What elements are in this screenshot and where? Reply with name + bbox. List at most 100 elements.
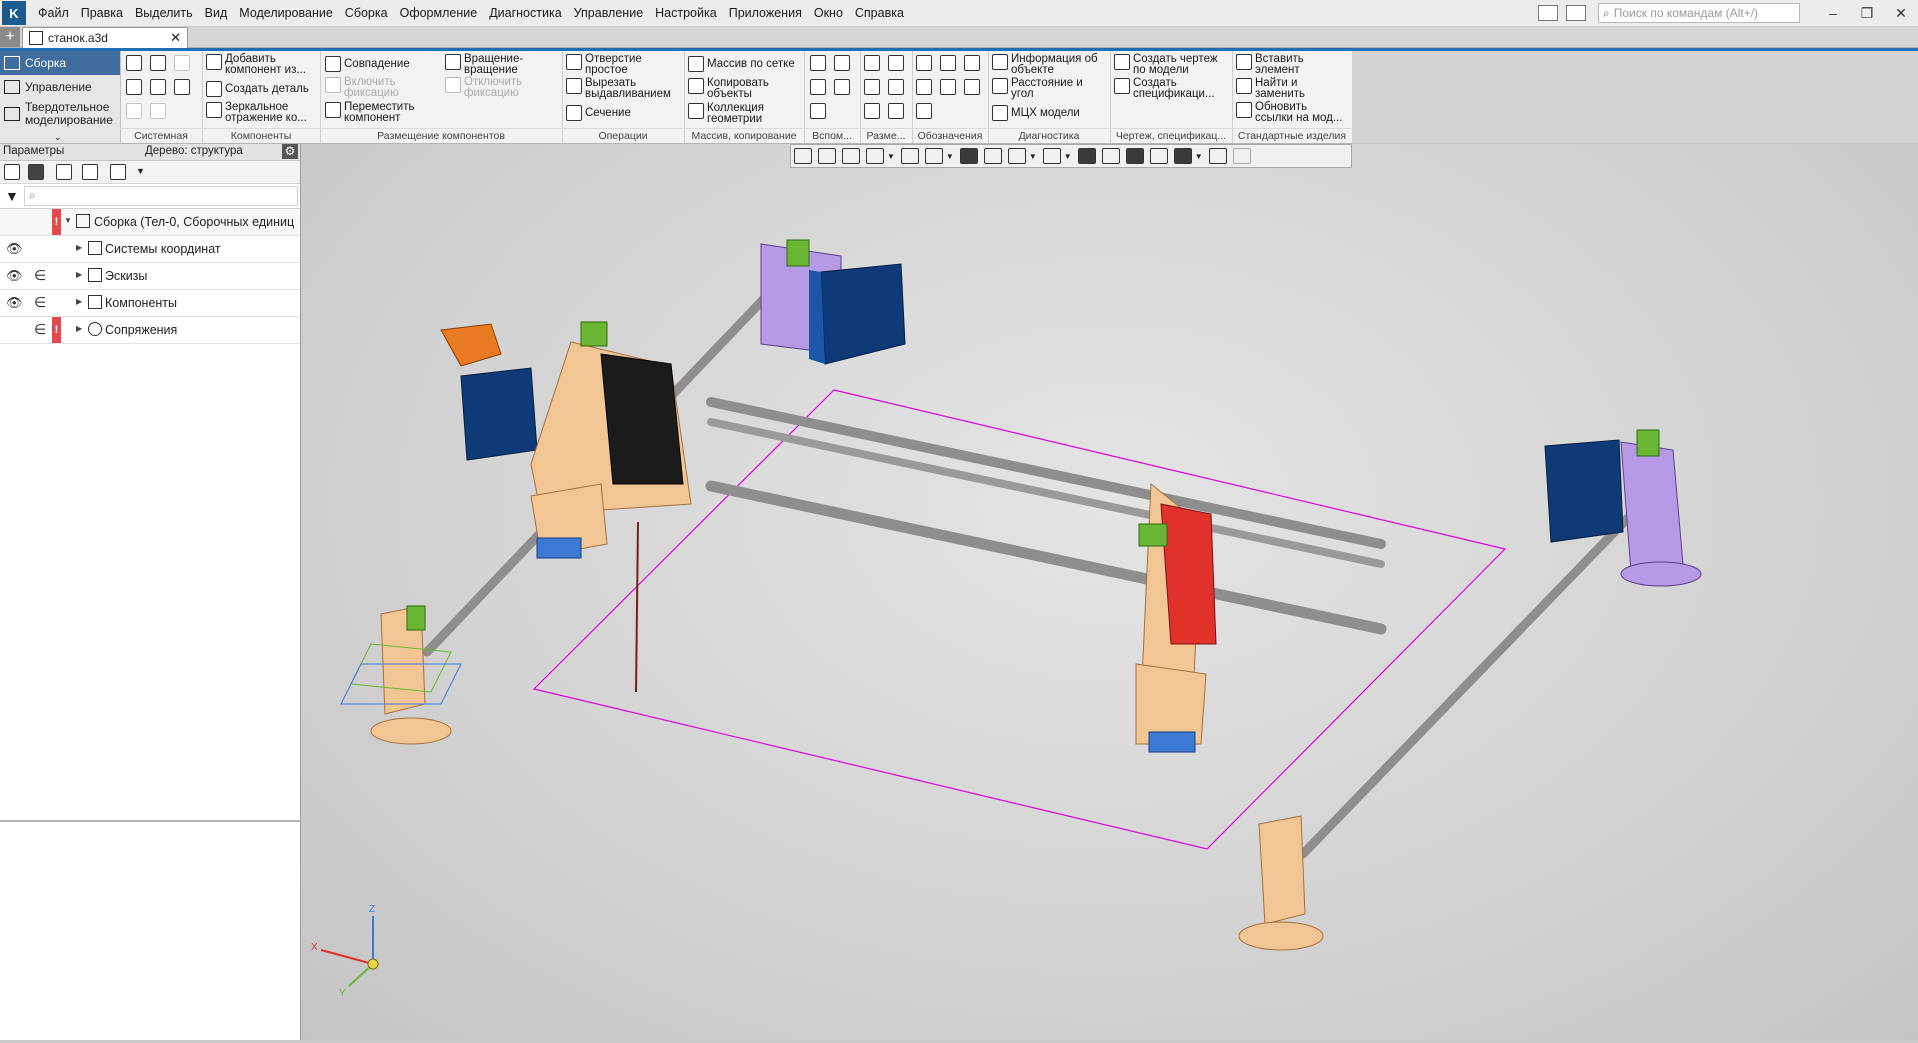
3d-viewport[interactable]: Z X Y: [301, 144, 1918, 1040]
mark-icon[interactable]: [940, 79, 956, 95]
minimize-button[interactable]: –: [1816, 5, 1850, 21]
expand-arrow-icon[interactable]: ▶: [76, 297, 82, 306]
menu-window[interactable]: Окно: [808, 6, 849, 20]
tree-node-assembly[interactable]: ! ▼ Сборка (Тел-0, Сборочных единиц: [0, 209, 300, 236]
tree-options-icon[interactable]: [110, 164, 126, 180]
menu-select[interactable]: Выделить: [129, 6, 199, 20]
zoom-window-icon[interactable]: [818, 148, 836, 164]
new-file-icon[interactable]: [126, 55, 142, 71]
tree-tab[interactable]: Дерево: структура: [145, 145, 243, 157]
menu-management[interactable]: Управление: [568, 6, 650, 20]
new-document-button[interactable]: +: [0, 27, 20, 47]
pan-icon[interactable]: [900, 148, 919, 164]
rotation-button[interactable]: Вращение-вращение: [445, 53, 523, 76]
aux-point-icon[interactable]: [810, 79, 826, 95]
disable-fix-button[interactable]: Отключить фиксацию: [445, 76, 522, 99]
pencil-icon[interactable]: [1232, 148, 1251, 164]
select-all-icon[interactable]: [82, 164, 98, 180]
print-icon[interactable]: [126, 79, 142, 95]
expand-arrow-icon[interactable]: ▶: [76, 270, 82, 279]
enable-fix-button[interactable]: Включить фиксацию: [325, 76, 399, 99]
object-info-button[interactable]: Информация об объекте: [992, 53, 1098, 76]
insert-element-button[interactable]: Вставить элемент: [1236, 53, 1304, 76]
mode-solid-modeling[interactable]: Твердотельное моделирование: [0, 99, 120, 129]
collapse-chevron-icon[interactable]: ⌄: [54, 132, 62, 143]
leader-icon[interactable]: [916, 55, 932, 71]
include-icon[interactable]: ∈: [34, 321, 46, 338]
menu-assembly[interactable]: Сборка: [339, 6, 394, 20]
zoom-all-icon[interactable]: [842, 148, 860, 164]
zoom-icon[interactable]: [866, 148, 884, 164]
restore-button[interactable]: ❐: [1850, 5, 1884, 22]
aux-plane-icon[interactable]: [810, 55, 826, 71]
display-icon[interactable]: [1042, 148, 1061, 164]
mirror-component-button[interactable]: Зеркальное отражение ко...: [206, 101, 307, 124]
orient-icon[interactable]: [924, 148, 943, 164]
menu-file[interactable]: Файл: [32, 6, 75, 20]
visibility-eye-icon[interactable]: 👁: [6, 295, 23, 311]
preview-icon[interactable]: [150, 79, 166, 95]
app-logo-icon[interactable]: K: [2, 1, 26, 25]
structure-view-icon[interactable]: [28, 164, 44, 180]
open-folder-icon[interactable]: [150, 55, 166, 71]
aux-line-icon[interactable]: [810, 103, 826, 119]
menu-view[interactable]: Вид: [199, 6, 234, 20]
geometry-collection-button[interactable]: Коллекция геометрии: [688, 102, 764, 125]
menu-apps[interactable]: Приложения: [723, 6, 808, 20]
tree-search-input[interactable]: ⌕: [24, 186, 298, 206]
command-search-input[interactable]: ⌕ Поиск по командам (Alt+/): [1598, 3, 1800, 23]
angular-dim-icon[interactable]: [888, 55, 904, 71]
menu-settings[interactable]: Настройка: [649, 6, 723, 20]
create-drawing-button[interactable]: Создать чертеж по модели: [1114, 53, 1218, 76]
panel-splitter[interactable]: [0, 820, 300, 822]
extrude-cut-button[interactable]: Вырезать выдавливанием: [566, 77, 671, 100]
table-icon[interactable]: [1208, 148, 1227, 164]
hide-dropdown-icon[interactable]: ▼: [1029, 152, 1037, 161]
update-links-button[interactable]: Обновить ссылки на мод...: [1236, 101, 1342, 124]
section-button[interactable]: Сечение: [566, 105, 631, 121]
base-icon[interactable]: [964, 55, 980, 71]
coincidence-button[interactable]: Совпадение: [325, 56, 410, 72]
menu-edit[interactable]: Правка: [75, 6, 129, 20]
build-order-icon[interactable]: [56, 164, 72, 180]
filter-icon[interactable]: [1173, 148, 1192, 164]
shaded-view-icon[interactable]: [959, 148, 978, 164]
dropdown-arrow-icon[interactable]: ▼: [136, 166, 145, 176]
orient-dropdown-icon[interactable]: ▼: [946, 152, 954, 161]
copy-objects-button[interactable]: Копировать объекты: [688, 77, 769, 100]
redo-icon[interactable]: [150, 103, 166, 119]
move-component-button[interactable]: Переместить компонент: [325, 101, 414, 124]
wireframe-icon[interactable]: [983, 148, 1002, 164]
tree-node-coord-systems[interactable]: 👁 ▶ Системы координат: [0, 236, 300, 263]
perspective-icon[interactable]: [1077, 148, 1096, 164]
display-dropdown-icon[interactable]: ▼: [1064, 152, 1072, 161]
menu-design[interactable]: Оформление: [394, 6, 484, 20]
close-tab-icon[interactable]: ✕: [170, 30, 181, 46]
menu-diagnostics[interactable]: Диагностика: [483, 6, 567, 20]
diameter-dim-icon[interactable]: [888, 79, 904, 95]
distance-angle-button[interactable]: Расстояние и угол: [992, 77, 1083, 100]
linear-dim-icon[interactable]: [864, 55, 880, 71]
zoom-dropdown-icon[interactable]: ▼: [887, 152, 895, 161]
expand-arrow-icon[interactable]: ▶: [76, 243, 82, 252]
mode-management[interactable]: Управление: [0, 75, 120, 99]
auto-dim-icon[interactable]: [864, 103, 880, 119]
select-filter-icon[interactable]: [794, 148, 812, 164]
hide-icon[interactable]: [1007, 148, 1026, 164]
find-replace-button[interactable]: Найти и заменить: [1236, 77, 1305, 100]
document-tab[interactable]: станок.a3d ✕: [22, 27, 188, 48]
hole-button[interactable]: Отверстие простое: [566, 53, 642, 76]
expand-arrow-icon[interactable]: ▶: [76, 324, 82, 333]
mass-properties-button[interactable]: МЦХ модели: [992, 105, 1080, 121]
visibility-eye-icon[interactable]: 👁: [6, 268, 23, 284]
visibility-eye-icon[interactable]: 👁: [6, 241, 23, 257]
undo-icon[interactable]: [126, 103, 142, 119]
gear-icon[interactable]: ⚙: [282, 144, 298, 159]
menu-modeling[interactable]: Моделирование: [233, 6, 339, 20]
constraints-icon[interactable]: [1125, 148, 1144, 164]
measure-icon[interactable]: [1149, 148, 1168, 164]
create-spec-button[interactable]: Создать спецификаци...: [1114, 77, 1215, 100]
position-icon[interactable]: [916, 103, 932, 119]
mode-assembly[interactable]: Сборка: [0, 51, 120, 75]
tree-node-mates[interactable]: ∈ ! ▶ Сопряжения: [0, 317, 300, 344]
